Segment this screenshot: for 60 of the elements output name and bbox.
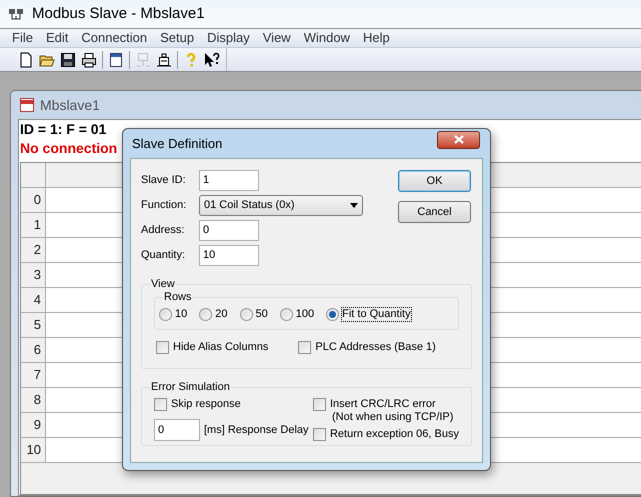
printer-icon[interactable]	[81, 52, 97, 68]
field-label: Function:	[141, 198, 188, 212]
field-label: Address:	[141, 224, 186, 236]
menu-item[interactable]: Window	[298, 28, 356, 48]
radio-label: 100	[296, 308, 314, 321]
checkbox-label: Hide Alias Columns	[173, 341, 268, 354]
dialog-title: Slave Definition	[132, 134, 222, 153]
context-help-icon[interactable]	[204, 52, 220, 68]
close-button[interactable]	[437, 130, 480, 148]
function-dropdown[interactable]: 01 Coil Status (0x)	[199, 194, 363, 216]
group-title: View	[150, 278, 176, 291]
input-field[interactable]: 0	[154, 419, 200, 441]
menu-item[interactable]: Display	[201, 28, 256, 48]
checkbox-note: (Not when using TCP/IP)	[332, 411, 454, 424]
radio-button[interactable]	[326, 308, 340, 321]
dialog-button[interactable]: OK	[398, 170, 471, 192]
checkbox[interactable]	[298, 341, 312, 354]
radio-button[interactable]	[280, 308, 293, 321]
checkbox-label: Insert CRC/LRC error	[330, 398, 437, 411]
checkbox[interactable]	[156, 341, 169, 354]
menu-item[interactable]: Edit	[40, 28, 74, 48]
device-icon[interactable]	[156, 52, 172, 68]
menu-item[interactable]: View	[256, 28, 297, 48]
window-title: Modbus Slave - Mbslave1	[32, 4, 205, 24]
menu-item[interactable]: Setup	[154, 28, 200, 48]
checkbox-label: Return exception 06, Busy	[330, 428, 459, 441]
radio-button[interactable]	[199, 308, 212, 321]
radio-label: 10	[175, 308, 188, 321]
checkbox[interactable]	[312, 428, 326, 441]
dialog-button[interactable]: Cancel	[398, 201, 471, 223]
group-title: Rows	[163, 291, 193, 304]
input-field[interactable]: 0	[199, 220, 259, 240]
connection-status: No connection	[19, 139, 118, 158]
field-label: [ms] Response Delay	[204, 424, 309, 436]
checkbox-label: Skip response	[171, 398, 241, 411]
radio-button[interactable]	[240, 308, 252, 321]
menu-item[interactable]: File	[6, 28, 39, 48]
field-label: Slave ID:	[141, 174, 187, 186]
menu-item[interactable]: Help	[356, 28, 396, 48]
id-line: ID = 1: F = 01	[19, 120, 108, 139]
field-label: Quantity:	[141, 248, 186, 262]
save-icon[interactable]	[60, 52, 76, 68]
window-icon[interactable]	[108, 52, 124, 68]
dropdown-arrow-icon	[350, 202, 358, 208]
document-icon	[19, 97, 35, 113]
input-field[interactable]: 10	[199, 244, 259, 266]
new-file-icon[interactable]	[18, 52, 34, 68]
radio-label: 20	[215, 308, 228, 321]
radio-label: Fit to Quantity	[342, 308, 411, 321]
radio-label: 50	[256, 308, 268, 321]
group-title: Error Simulation	[150, 381, 231, 394]
checkbox-label: PLC Addresses (Base 1)	[315, 341, 436, 354]
input-field[interactable]: 1	[199, 170, 259, 190]
document-title: Mbslave1	[40, 96, 100, 114]
menu-item[interactable]: Connection	[75, 28, 154, 48]
checkbox[interactable]	[154, 398, 167, 411]
checkbox[interactable]	[312, 398, 326, 411]
app-icon	[8, 6, 24, 22]
radio-button[interactable]	[159, 308, 172, 321]
close-icon	[454, 135, 464, 144]
